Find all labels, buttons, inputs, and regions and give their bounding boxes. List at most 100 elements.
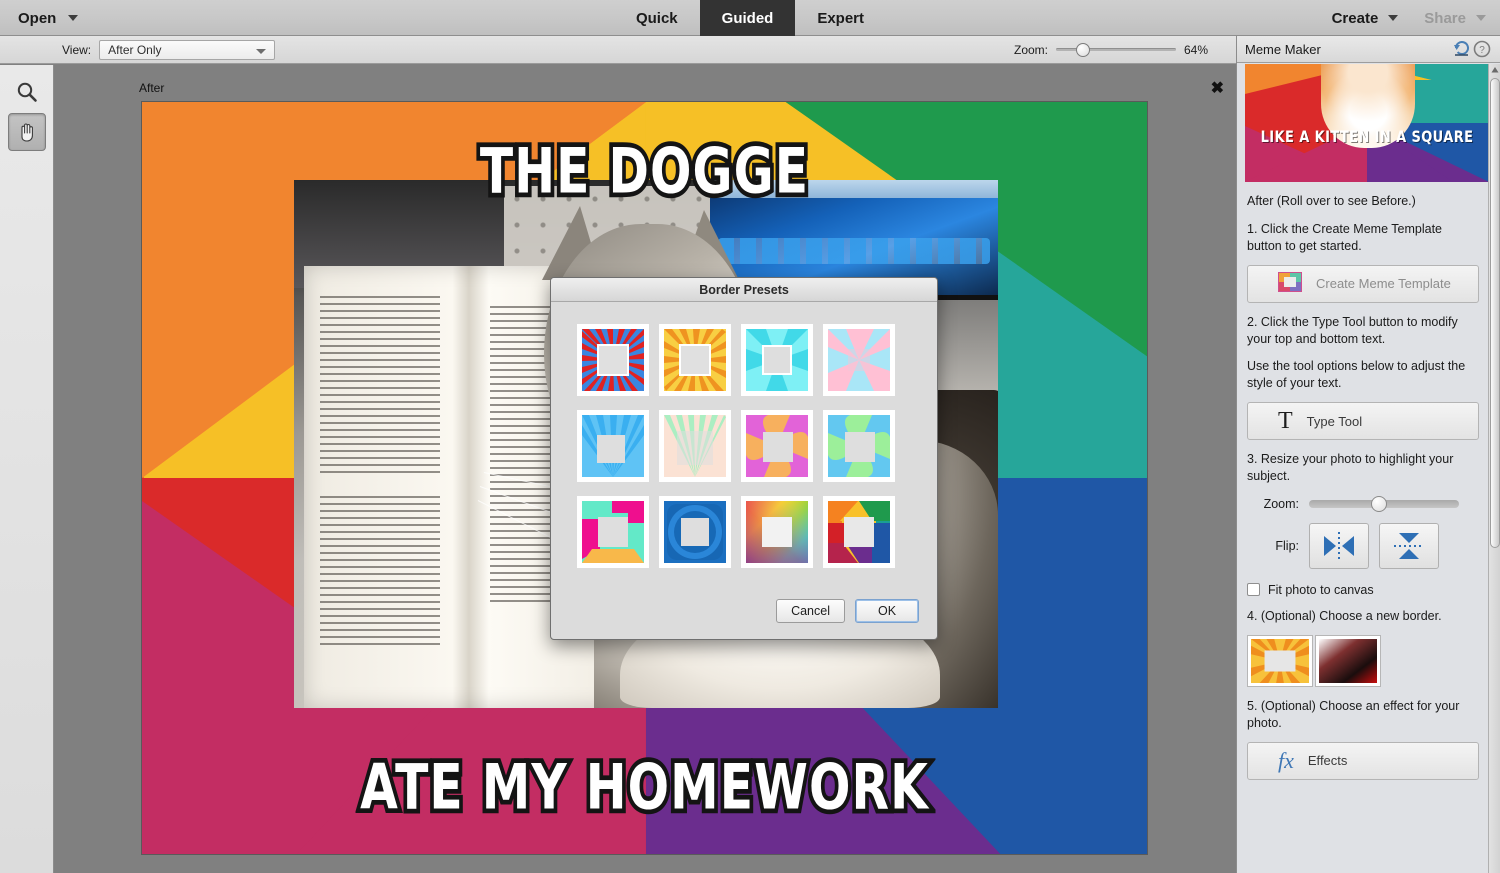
meme-bottom-text-fill: ATE MY HOMEWORK xyxy=(360,750,929,824)
after-rollover-note: After (Roll over to see Before.) xyxy=(1247,194,1416,208)
tab-expert[interactable]: Expert xyxy=(795,0,886,36)
create-button[interactable]: Create xyxy=(1332,10,1399,27)
preset-yellow-orange-sunburst[interactable] xyxy=(659,324,731,396)
zoom-slider-handle[interactable] xyxy=(1076,42,1090,57)
share-button[interactable]: Share xyxy=(1424,10,1486,27)
zoom-label: Zoom: xyxy=(1013,42,1048,57)
zoom-tool-button[interactable] xyxy=(8,73,46,111)
preset-rainbow-watercolor[interactable] xyxy=(741,496,813,568)
photo-monitor-icons xyxy=(718,238,990,264)
preset-blue-sunburst[interactable] xyxy=(577,410,649,482)
create-button-label: Create xyxy=(1331,9,1379,27)
photo-editor-window: Open Quick Guided Expert Create Share Vi… xyxy=(0,0,1500,873)
ok-button[interactable]: OK xyxy=(855,599,919,623)
zoom-control-group: Zoom: 64% xyxy=(1013,42,1236,57)
view-select-value: After Only xyxy=(108,42,162,57)
step-2-sub-text: Use the tool options below to adjust the… xyxy=(1247,359,1466,391)
help-icon[interactable]: ? xyxy=(1472,39,1492,59)
type-tool-icon: T xyxy=(1278,408,1293,435)
mode-tabs: Quick Guided Expert xyxy=(0,0,1500,36)
tab-guided-label: Guided xyxy=(721,9,774,27)
panel-zoom-handle[interactable] xyxy=(1371,495,1387,512)
tool-strip xyxy=(0,65,54,873)
step-2-text: 2. Click the Type Tool button to modify … xyxy=(1247,314,1458,346)
step-3-text: 3. Resize your photo to highlight your s… xyxy=(1247,452,1454,483)
border-swatch-yellow-sunburst[interactable] xyxy=(1247,634,1313,687)
close-icon[interactable]: ✖ xyxy=(1211,81,1224,97)
chevron-down-icon xyxy=(1388,15,1399,21)
meme-top-text-fill: THE DOGGE xyxy=(479,134,810,208)
panel-zoom-label: Zoom: xyxy=(1263,496,1299,511)
effects-button[interactable]: fx Effects xyxy=(1247,741,1479,780)
tab-guided[interactable]: Guided xyxy=(699,0,796,36)
panel-scrollbar-thumb[interactable] xyxy=(1490,78,1500,548)
dialog-title: Border Presets xyxy=(551,278,937,302)
zoom-percent-value: 64% xyxy=(1184,42,1209,57)
preset-pink-orange-swirl[interactable] xyxy=(741,410,813,482)
tab-quick[interactable]: Quick xyxy=(614,0,700,36)
meme-template-icon xyxy=(1278,272,1302,295)
chevron-down-icon xyxy=(1476,15,1486,21)
reset-icon[interactable] xyxy=(1452,39,1472,59)
create-meme-template-label: Create Meme Template xyxy=(1316,276,1451,292)
preview-caption: LIKE A KITTEN IN A SQUARE xyxy=(1260,128,1474,147)
panel-header: Meme Maker ? xyxy=(1237,36,1500,63)
fit-photo-label: Fit photo to canvas xyxy=(1268,582,1374,597)
preset-pink-blue-rays[interactable] xyxy=(823,324,895,396)
effects-icon: fx xyxy=(1278,747,1294,773)
dialog-buttons: Cancel OK xyxy=(776,599,919,623)
view-label: View: xyxy=(62,42,92,57)
border-swatch-list xyxy=(1247,634,1479,687)
panel-flip-label: Flip: xyxy=(1275,538,1299,553)
preset-magenta-mint-blocks[interactable] xyxy=(577,496,649,568)
panel-preview-thumbnail[interactable]: LIKE A KITTEN IN A SQUARE xyxy=(1245,64,1489,182)
type-tool-label: Type Tool xyxy=(1306,413,1363,429)
preset-cyan-pinwheel[interactable] xyxy=(741,324,813,396)
top-right-actions: Create Share xyxy=(1332,0,1486,36)
panel-body: LIKE A KITTEN IN A SQUARE After (Roll ov… xyxy=(1237,64,1489,873)
fit-photo-to-canvas-row[interactable]: Fit photo to canvas xyxy=(1247,583,1479,597)
step-1-text: 1. Click the Create Meme Template button… xyxy=(1247,221,1442,253)
cancel-button[interactable]: Cancel xyxy=(776,599,845,623)
border-swatch-red-black[interactable] xyxy=(1315,634,1381,687)
preset-red-blue-sunburst[interactable] xyxy=(577,324,649,396)
effects-label: Effects xyxy=(1307,753,1348,768)
border-presets-dialog[interactable]: Border Presets Cancel OK xyxy=(550,277,938,640)
view-select[interactable]: After Only xyxy=(99,39,276,60)
tab-quick-label: Quick xyxy=(635,9,678,27)
panel-title: Meme Maker xyxy=(1245,41,1321,57)
flip-vertical-icon xyxy=(1394,532,1424,559)
panel-zoom-row: Zoom: xyxy=(1247,495,1479,512)
step-5-text: 5. (Optional) Choose an effect for your … xyxy=(1247,698,1460,730)
after-label: After xyxy=(139,81,165,95)
zoom-slider-track xyxy=(1056,48,1176,51)
chevron-down-icon xyxy=(256,48,267,54)
tab-expert-label: Expert xyxy=(817,9,865,27)
share-button-label: Share xyxy=(1424,9,1466,27)
panel-scrollbar[interactable] xyxy=(1488,64,1500,873)
flip-horizontal-button[interactable] xyxy=(1309,522,1369,569)
svg-text:?: ? xyxy=(1479,45,1485,56)
panel-zoom-slider[interactable] xyxy=(1309,495,1459,512)
panel-flip-row: Flip: xyxy=(1247,522,1479,569)
guided-edit-panel: Meme Maker ? LIKE A KITTEN IN A SQUARE A… xyxy=(1236,36,1500,873)
preset-color-block-frame[interactable] xyxy=(823,496,895,568)
ok-button-label: OK xyxy=(877,604,897,618)
create-meme-template-button[interactable]: Create Meme Template xyxy=(1247,264,1479,303)
type-tool-button[interactable]: T Type Tool xyxy=(1247,402,1479,441)
preset-grid xyxy=(551,302,937,568)
hand-tool-button[interactable] xyxy=(7,113,46,151)
preset-pastel-mint-peach-rays[interactable] xyxy=(659,410,731,482)
flip-vertical-button[interactable] xyxy=(1379,522,1439,569)
preset-green-blue-swirl[interactable] xyxy=(823,410,895,482)
cancel-button-label: Cancel xyxy=(791,604,830,618)
top-menu-bar: Open Quick Guided Expert Create Share xyxy=(0,0,1500,36)
fit-photo-checkbox[interactable] xyxy=(1247,583,1260,597)
flip-horizontal-icon xyxy=(1324,531,1354,560)
step-4-text: 4. (Optional) Choose a new border. xyxy=(1247,608,1442,623)
scroll-up-icon[interactable] xyxy=(1489,64,1500,76)
tool-options-bar: View: After Only Zoom: 64% xyxy=(0,36,1236,64)
magnifier-icon xyxy=(17,82,37,102)
zoom-slider[interactable] xyxy=(1056,42,1176,57)
preset-blue-rounded-rings[interactable] xyxy=(659,496,731,568)
